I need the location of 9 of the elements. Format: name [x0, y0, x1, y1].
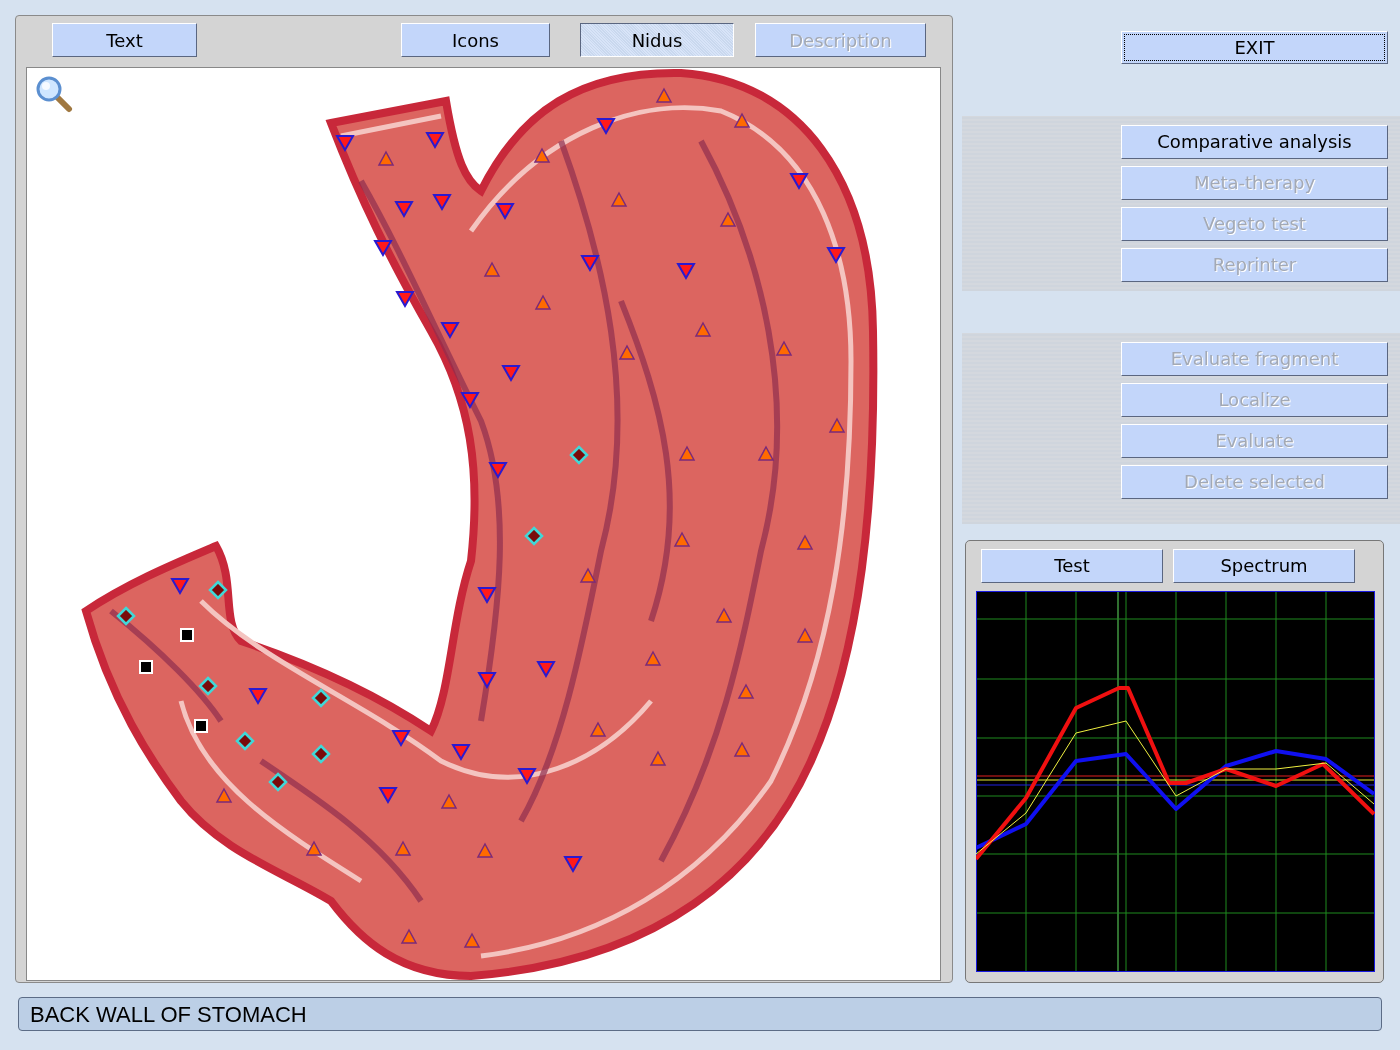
graph-tab[interactable]: Spectrum — [1173, 548, 1355, 583]
status-bar: BACK WALL OF STOMACH — [18, 997, 1382, 1031]
exit-button[interactable]: EXIT — [1121, 31, 1388, 64]
view-tab[interactable]: Text — [52, 23, 197, 57]
view-tab[interactable]: Nidus — [580, 23, 734, 57]
zoom-icon[interactable] — [35, 75, 73, 113]
graph-tab[interactable]: Test — [981, 548, 1163, 583]
view-tab[interactable]: Icons — [401, 23, 550, 57]
menu-button[interactable]: Comparative analysis — [1121, 124, 1388, 159]
